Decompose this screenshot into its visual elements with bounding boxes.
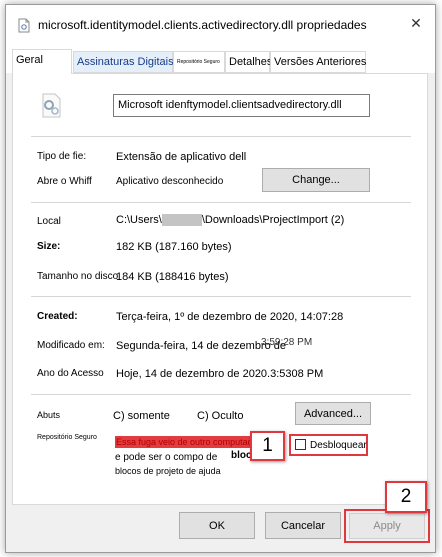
modified-time-overlap: 3:59:28 PM xyxy=(261,337,313,348)
separator xyxy=(31,136,411,137)
hidden-checkbox[interactable]: C) Oculto xyxy=(197,410,243,422)
accessed-label: Ano do Acesso xyxy=(37,368,104,379)
dll-file-icon xyxy=(18,18,30,33)
security-warning-line2: e pode ser o compo de xyxy=(115,452,218,463)
security-warning-line3: blocos de projeto de ajuda xyxy=(115,466,221,476)
title-bar: microsoft.identitymodel.clients.activedi… xyxy=(6,5,435,41)
tab-strip: Geral Assinaturas Digitais Repositório S… xyxy=(6,41,435,74)
tab-details[interactable]: Detalhes xyxy=(225,51,272,73)
location-label: Local xyxy=(37,216,61,227)
security-warning-line1: Essa fuga veio de outro computador xyxy=(115,436,258,448)
modified-label: Modificado em: xyxy=(37,340,105,351)
size-label: Size: xyxy=(37,241,61,252)
redacted-username xyxy=(161,214,202,227)
separator xyxy=(31,296,411,297)
readonly-checkbox[interactable]: C) somente xyxy=(113,410,170,422)
size-on-disk-label: Tamanho no disco xyxy=(37,271,119,282)
file-name-field[interactable]: Microsoft idenftymodel.clientsadvedirect… xyxy=(113,94,370,117)
apply-highlight xyxy=(344,509,430,543)
location-suffix: \Downloads\ProjectImport (2) xyxy=(201,214,345,226)
accessed-value: Hoje, 14 de dezembro de 2020.3:5308 PM xyxy=(116,368,324,380)
created-value: Terça-feira, 1º de dezembro de 2020, 14:… xyxy=(116,311,344,323)
separator xyxy=(31,394,411,395)
attributes-label: Abuts xyxy=(37,410,61,420)
type-value: Extensão de aplicativo dell xyxy=(116,151,247,163)
separator xyxy=(31,202,411,203)
cancel-button[interactable]: Cancelar xyxy=(265,512,341,539)
unblock-label[interactable]: Desbloquear xyxy=(310,440,367,451)
size-value: 182 KB (187.160 bytes) xyxy=(116,241,232,253)
tab-general[interactable]: Geral xyxy=(12,49,72,74)
callout-badge-2: 2 xyxy=(385,481,427,513)
opens-with-value: Aplicativo desconhecido xyxy=(116,176,224,187)
change-button[interactable]: Change... xyxy=(262,168,370,192)
security-label: Repositório Seguro xyxy=(37,434,97,441)
unblock-checkbox[interactable] xyxy=(295,439,306,450)
ok-button[interactable]: OK xyxy=(179,512,255,539)
window-title: microsoft.identitymodel.clients.activedi… xyxy=(38,18,367,32)
close-icon[interactable]: ✕ xyxy=(405,15,427,35)
dll-file-gear-icon xyxy=(42,93,61,118)
security-warning-tail: bloc xyxy=(231,450,252,461)
location-prefix: C:\Users\ xyxy=(116,214,162,226)
callout-badge-1: 1 xyxy=(250,431,285,461)
created-label: Created: xyxy=(37,311,78,322)
size-on-disk-value: 184 KB (188416 bytes) xyxy=(116,271,229,283)
opens-with-label: Abre o Whiff xyxy=(37,176,92,187)
tab-digital-signatures[interactable]: Assinaturas Digitais xyxy=(73,51,174,73)
tab-previous-versions[interactable]: Versões Anteriores xyxy=(270,51,366,73)
properties-window: microsoft.identitymodel.clients.activedi… xyxy=(5,4,436,553)
general-panel: Microsoft idenftymodel.clientsadvedirect… xyxy=(12,73,428,505)
location-value: C:\Users\ \Downloads\ProjectImport (2) xyxy=(116,214,345,227)
tab-secure-repository[interactable]: Repositório Seguro xyxy=(173,51,225,73)
advanced-button[interactable]: Advanced... xyxy=(295,402,371,425)
type-label: Tipo de fie: xyxy=(37,151,87,162)
